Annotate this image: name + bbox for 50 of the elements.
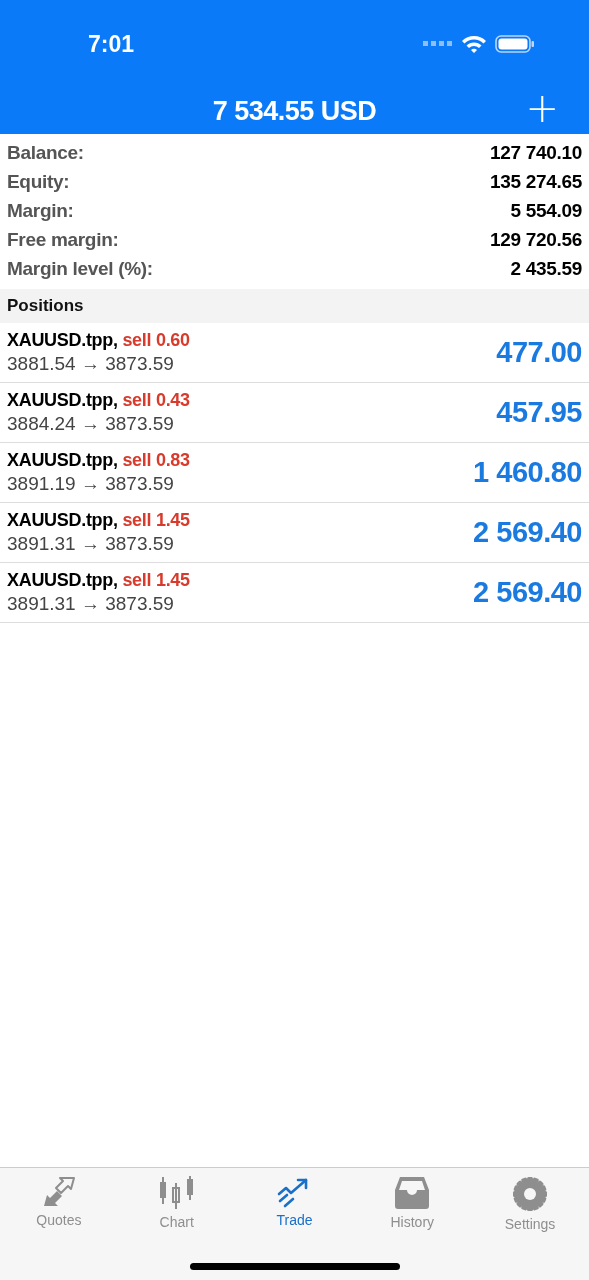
tab-bar-item[interactable]: Quotes (0, 1168, 118, 1228)
tab-bar-item[interactable]: History (353, 1168, 472, 1230)
tab-bar-item[interactable]: Chart (117, 1168, 236, 1230)
tab-bar-item[interactable]: Trade (235, 1168, 354, 1228)
position-symbol: XAUUSD.tpp, (7, 390, 118, 410)
summary-label: Balance: (7, 141, 84, 164)
summary-value: 129 720.56 (489, 228, 582, 251)
cellular-signal-icon (423, 41, 453, 47)
settings-icon (512, 1176, 549, 1212)
summary-label: Margin level (%): (7, 257, 153, 280)
tab-bar-item[interactable]: Settings (471, 1168, 589, 1232)
position-row[interactable]: XAUUSD.tpp, sell 0.83 3891.19 → 3873.59 1 460.80 (0, 443, 589, 503)
summary-value: 5 554.09 (510, 199, 582, 222)
summary-label: Free margin: (7, 228, 119, 251)
position-row[interactable]: XAUUSD.tpp, sell 0.43 3884.24 → 3873.59 457.95 (0, 383, 589, 443)
position-prices: 3891.31 → 3873.59 (7, 593, 175, 615)
position-row[interactable]: XAUUSD.tpp, sell 0.60 3881.54 → 3873.59 477.00 (0, 323, 589, 383)
summary-label: Margin: (7, 199, 74, 222)
position-symbol: XAUUSD.tpp, (7, 570, 118, 590)
position-prices: 3881.54 → 3873.59 (7, 353, 175, 375)
position-profit: 2 569.40 (473, 516, 582, 549)
candlestick-icon (158, 1176, 195, 1210)
section-header: Positions (0, 289, 589, 323)
position-order: sell 1.45 (122, 510, 190, 530)
status-time: 7:01 (88, 30, 135, 58)
summary-value: 135 274.65 (489, 170, 582, 193)
position-profit: 1 460.80 (473, 456, 582, 489)
battery-icon (495, 34, 535, 54)
wifi-icon (461, 34, 487, 54)
position-symbol: XAUUSD.tpp, (7, 450, 118, 470)
position-profit: 2 569.40 (473, 576, 582, 609)
position-prices: 3891.31 → 3873.59 (7, 533, 175, 555)
position-symbol: XAUUSD.tpp, (7, 510, 118, 530)
position-order: sell 1.45 (122, 570, 190, 590)
position-prices: 3884.24 → 3873.59 (7, 413, 175, 435)
position-prices: 3891.19 → 3873.59 (7, 473, 175, 495)
summary-label: Equity: (7, 170, 70, 193)
position-order: sell 0.83 (122, 450, 190, 470)
position-order: sell 0.43 (122, 390, 190, 410)
account-profit-title: 7 534.55 USD (212, 95, 377, 127)
inbox-icon (394, 1176, 431, 1210)
position-row[interactable]: XAUUSD.tpp, sell 1.45 3891.31 → 3873.59 2 569.40 (0, 503, 589, 563)
position-profit: 477.00 (496, 336, 582, 369)
summary-value: 2 435.59 (510, 257, 582, 280)
summary-value: 127 740.10 (489, 141, 582, 164)
add-button[interactable]: + (521, 88, 563, 128)
position-profit: 457.95 (496, 396, 582, 429)
position-row[interactable]: XAUUSD.tpp, sell 1.45 3891.31 → 3873.59 2 569.40 (0, 563, 589, 623)
position-order: sell 0.60 (122, 330, 190, 350)
position-symbol: XAUUSD.tpp, (7, 330, 118, 350)
